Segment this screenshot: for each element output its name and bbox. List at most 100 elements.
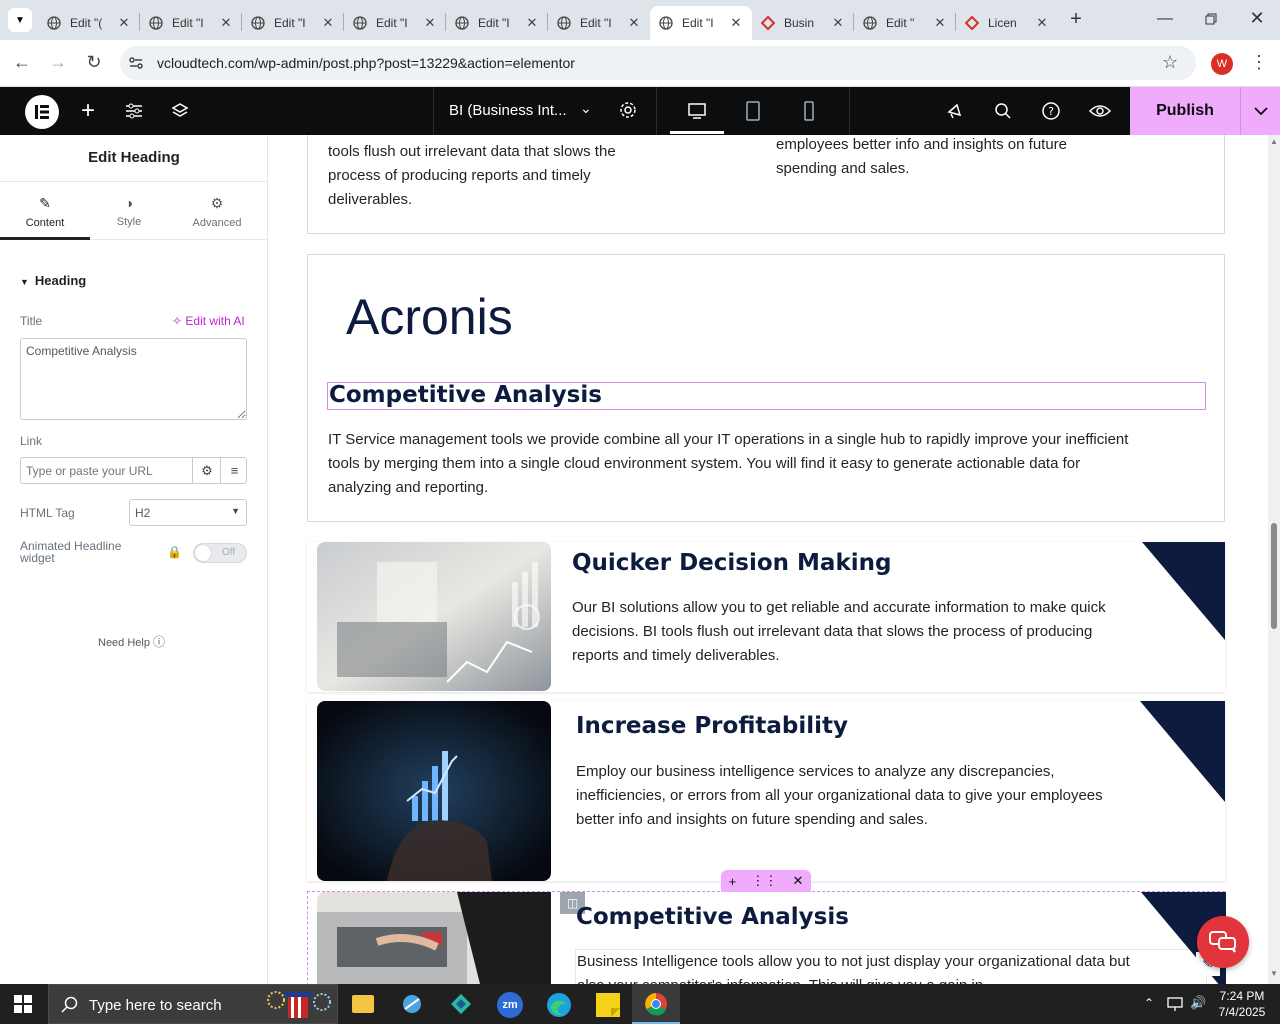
browser-tab[interactable]: Edit "I ✕ — [446, 6, 548, 40]
tab-title: Edit " — [886, 16, 915, 30]
add-element-icon[interactable]: + — [74, 87, 102, 135]
app-diamond-icon[interactable] — [449, 993, 473, 1015]
chrome-taskbar-item[interactable] — [632, 984, 680, 1024]
browser-tab[interactable]: Licen ✕ — [956, 6, 1058, 40]
link-input[interactable] — [21, 458, 193, 483]
close-tab-icon[interactable]: ✕ — [524, 15, 540, 31]
page-settings-gear-icon[interactable] — [619, 101, 637, 119]
card-acronis: Acronis Competitive Analysis IT Service … — [307, 254, 1225, 522]
competitive-analysis-heading[interactable]: Competitive Analysis — [329, 382, 602, 408]
edge-browser-icon[interactable] — [546, 992, 572, 1018]
tab-style[interactable]: ◑ Style — [90, 183, 168, 240]
elementor-logo-icon[interactable] — [25, 95, 59, 129]
add-container-icon[interactable]: + — [729, 874, 737, 889]
tab-title: Edit "( — [70, 16, 103, 30]
globe-favicon-icon — [556, 15, 572, 31]
row1-heading: Quicker Decision Making — [572, 550, 892, 576]
chevron-down-icon: ⌄ — [580, 100, 592, 116]
volume-icon[interactable]: 🔊 — [1190, 995, 1206, 1011]
tab-title: Edit "I — [580, 16, 612, 30]
new-tab-button[interactable]: + — [1064, 8, 1088, 32]
chat-widget-button[interactable] — [1197, 916, 1249, 968]
browser-tab[interactable]: Edit "I ✕ — [140, 6, 242, 40]
chrome-icon — [645, 993, 667, 1016]
close-tab-icon[interactable]: ✕ — [116, 15, 132, 31]
search-icon[interactable] — [980, 87, 1026, 135]
question-circle-icon: ⓘ — [153, 635, 166, 649]
browser-tab[interactable]: Edit "I ✕ — [344, 6, 446, 40]
site-settings-icon[interactable] — [120, 87, 148, 135]
minimize-button[interactable]: — — [1150, 10, 1180, 30]
browser-tab[interactable]: Edit "I ✕ — [242, 6, 344, 40]
forward-button[interactable]: → — [46, 52, 70, 76]
browser-tab[interactable]: Edit "( ✕ — [38, 6, 140, 40]
sticky-notes-icon[interactable] — [596, 993, 620, 1017]
windows-start-icon[interactable] — [14, 995, 32, 1018]
globe-favicon-icon — [862, 15, 878, 31]
tablet-view-icon[interactable] — [730, 87, 776, 135]
close-tab-icon[interactable]: ✕ — [320, 15, 336, 31]
publish-button[interactable]: Publish — [1130, 87, 1240, 135]
network-icon[interactable] — [1166, 996, 1184, 1012]
dynamic-tags-icon[interactable]: ≡ — [222, 458, 247, 483]
need-help-link[interactable]: Need Help ⓘ — [98, 633, 165, 650]
row3-text-box[interactable]: Business Intelligence tools allow you to… — [575, 949, 1207, 984]
mobile-view-icon[interactable] — [786, 87, 832, 135]
browser-tab[interactable]: Edit "I ✕ — [548, 6, 650, 40]
site-info-icon[interactable] — [128, 55, 144, 71]
close-tab-icon[interactable]: ✕ — [218, 15, 234, 31]
tab-search-icon[interactable]: ▼ — [8, 8, 32, 32]
close-tab-icon[interactable]: ✕ — [830, 15, 846, 31]
bookmark-star-icon[interactable]: ☆ — [1162, 52, 1178, 73]
close-tab-icon[interactable]: ✕ — [728, 15, 744, 31]
close-tab-icon[interactable]: ✕ — [422, 15, 438, 31]
desktop-view-icon[interactable] — [672, 87, 722, 135]
browser-menu-icon[interactable]: ⋮ — [1250, 52, 1268, 76]
back-button[interactable]: ← — [10, 52, 34, 76]
snipping-tool-icon[interactable] — [400, 993, 424, 1015]
windows-taskbar: Type here to search zm ⌃ 🔊 7:24 PM 7/4/2… — [0, 984, 1280, 1024]
globe-favicon-icon — [658, 15, 674, 31]
close-tab-icon[interactable]: ✕ — [932, 15, 948, 31]
html-tag-select[interactable]: H2 ▼ — [129, 499, 247, 526]
link-field-group: ⚙ ≡ — [20, 457, 247, 484]
restore-button[interactable] — [1196, 8, 1226, 30]
browser-tab[interactable]: Busin ✕ — [752, 6, 854, 40]
browser-tab[interactable]: Edit "I ✕ — [650, 6, 752, 40]
section-toggle-heading[interactable]: ▼ Heading — [20, 273, 86, 288]
structure-layers-icon[interactable] — [166, 87, 194, 135]
page-scrollbar[interactable]: ▲ ▼ — [1268, 135, 1280, 984]
drag-handle-icon[interactable]: ⋮⋮ — [751, 873, 777, 889]
scroll-down-arrow-icon[interactable]: ▼ — [1268, 969, 1280, 978]
clock[interactable]: 7:24 PM 7/4/2025 — [1214, 988, 1270, 1020]
animated-headline-label: Animated Headline widget — [20, 539, 122, 565]
preview-eye-icon[interactable] — [1076, 87, 1124, 135]
tab-content[interactable]: ✎ Content — [0, 183, 90, 240]
url-box[interactable]: vcloudtech.com/wp-admin/post.php?post=13… — [120, 46, 1196, 80]
browser-tab[interactable]: Edit " ✕ — [854, 6, 956, 40]
tray-chevron-up-icon[interactable]: ⌃ — [1144, 996, 1154, 1010]
edit-with-ai-button[interactable]: ✧ Edit with AI — [172, 314, 245, 328]
close-window-button[interactable]: ✕ — [1242, 8, 1272, 30]
delete-container-icon[interactable]: ✕ — [792, 873, 803, 889]
diamond-favicon-icon — [760, 15, 776, 31]
file-explorer-icon[interactable] — [352, 995, 374, 1013]
close-tab-icon[interactable]: ✕ — [626, 15, 642, 31]
card2-text: IT Service management tools we provide c… — [328, 431, 1129, 496]
animated-toggle[interactable]: Off — [193, 543, 247, 563]
zoom-app-icon[interactable]: zm — [497, 992, 523, 1018]
tab-advanced[interactable]: ⚙ Advanced — [172, 183, 262, 240]
scroll-up-arrow-icon[interactable]: ▲ — [1268, 137, 1280, 146]
scrollbar-thumb[interactable] — [1271, 523, 1277, 629]
row1-corner-triangle — [1142, 542, 1225, 640]
help-icon[interactable]: ? — [1028, 87, 1074, 135]
publish-options-chevron-icon[interactable] — [1240, 87, 1280, 135]
close-tab-icon[interactable]: ✕ — [1034, 15, 1050, 31]
page-title-dropdown[interactable]: BI (Business Int... ⌄ — [433, 87, 657, 135]
link-options-gear-icon[interactable]: ⚙ — [194, 458, 221, 483]
reload-button[interactable]: ↻ — [82, 52, 106, 76]
notifications-megaphone-icon[interactable] — [932, 87, 978, 135]
taskbar-search-box[interactable]: Type here to search — [48, 984, 338, 1024]
profile-avatar[interactable]: W — [1211, 53, 1233, 75]
title-textarea[interactable] — [20, 338, 247, 420]
